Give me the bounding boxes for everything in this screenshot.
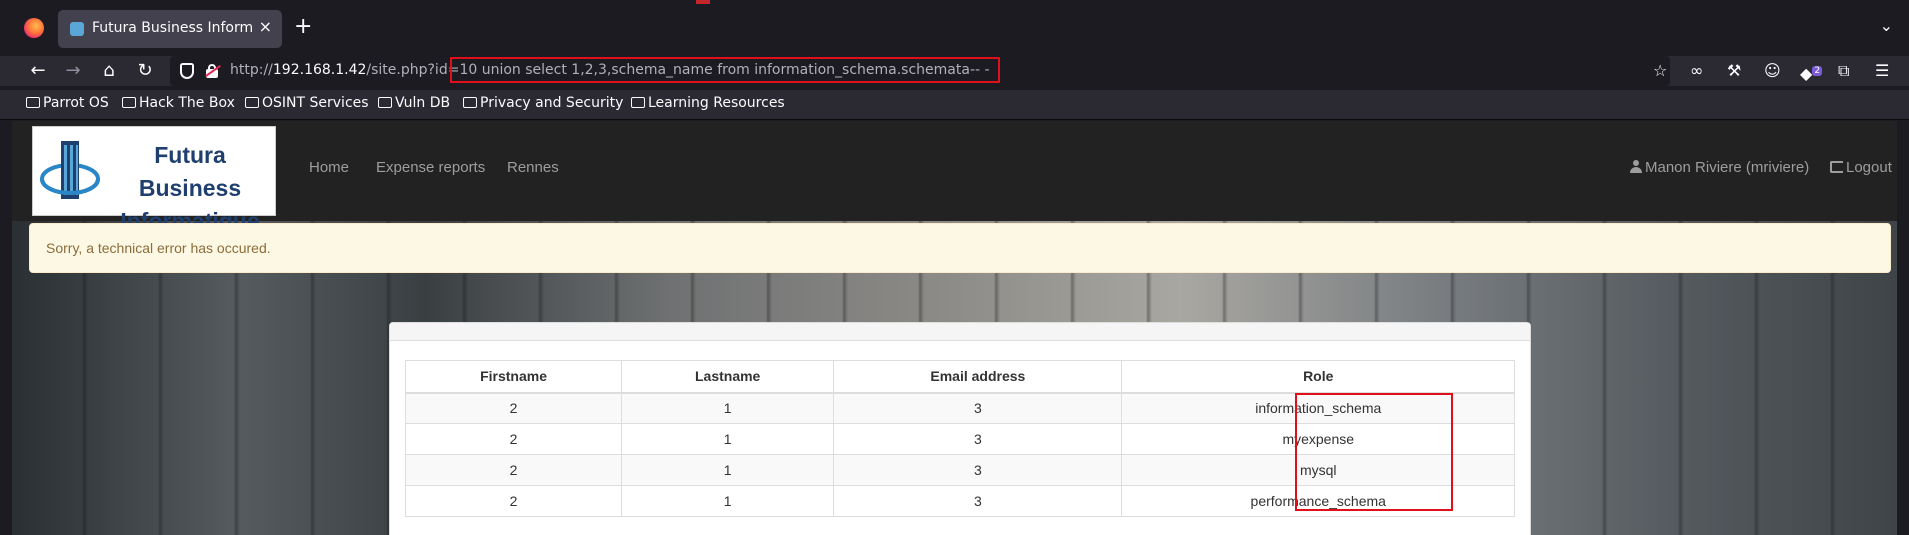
- column-header-lastname: Lastname: [621, 360, 835, 394]
- incognito-icon[interactable]: ∞: [1690, 60, 1703, 82]
- url-query-highlight-box: [450, 57, 1000, 83]
- extension-badge-icon[interactable]: ◆ 2: [1800, 60, 1823, 85]
- panel-heading: [390, 323, 1530, 341]
- table-header-row: Firstname Lastname Email address Role: [404, 360, 1515, 394]
- folder-icon: [463, 97, 477, 108]
- cell-firstname: 2: [404, 423, 623, 455]
- error-alert: Sorry, a technical error has occured.: [29, 223, 1891, 273]
- user-icon: [1630, 160, 1642, 173]
- site-logo[interactable]: Futura Business Informatique: [32, 126, 276, 234]
- extension-badge-count: 2: [1812, 66, 1823, 76]
- cell-email: 3: [833, 485, 1123, 517]
- column-header-role: Role: [1121, 360, 1515, 394]
- folder-icon: [122, 97, 136, 108]
- bookmarks-toolbar: Parrot OS Hack The Box OSINT Services Vu…: [0, 90, 1909, 120]
- forward-arrow-icon[interactable]: →: [61, 59, 85, 83]
- url-prefix: http://: [230, 62, 273, 78]
- cell-lastname: 1: [621, 485, 835, 517]
- bookmark-folder-hack-the-box[interactable]: Hack The Box: [122, 95, 235, 111]
- bookmark-label: OSINT Services: [262, 95, 369, 111]
- bookmark-star-icon[interactable]: ☆: [1653, 60, 1667, 82]
- nav-home[interactable]: Home: [309, 159, 349, 176]
- cell-firstname: 2: [404, 392, 623, 424]
- folder-icon: [26, 97, 40, 108]
- nav-rennes[interactable]: Rennes: [507, 159, 559, 176]
- column-header-email: Email address: [833, 360, 1123, 394]
- cell-lastname: 1: [621, 392, 835, 424]
- browser-tab[interactable]: Futura Business Informatique ×: [58, 10, 282, 48]
- url-bar[interactable]: http://192.168.1.42/site.php?id=10 union…: [170, 56, 1670, 86]
- cell-email: 3: [833, 423, 1123, 455]
- cell-email: 3: [833, 392, 1123, 424]
- cell-lastname: 1: [621, 423, 835, 455]
- logout-link[interactable]: Logout: [1830, 159, 1892, 176]
- column-header-firstname: Firstname: [404, 360, 623, 394]
- menu-icon[interactable]: ☰: [1875, 60, 1889, 82]
- new-tab-button[interactable]: +: [294, 14, 312, 40]
- bookmark-folder-vuln-db[interactable]: Vuln DB: [378, 95, 450, 111]
- url-host: 192.168.1.42: [272, 62, 367, 78]
- browser-titlebar: Futura Business Informatique × + ⌄: [0, 0, 1909, 56]
- tab-title: Futura Business Informatique: [92, 20, 252, 36]
- role-column-highlight-box: [1295, 393, 1453, 511]
- bookmark-label: Parrot OS: [43, 95, 109, 111]
- logout-label: Logout: [1846, 159, 1892, 176]
- extension-face-icon[interactable]: ☺: [1764, 60, 1781, 82]
- list-all-tabs-icon[interactable]: ⌄: [1880, 16, 1893, 35]
- bookmark-label: Privacy and Security: [480, 95, 624, 111]
- url-path: /site.php?id: [366, 62, 448, 78]
- logout-icon: [1830, 161, 1843, 173]
- site-navbar: Futura Business Informatique Home Expens…: [12, 121, 1897, 234]
- close-tab-icon[interactable]: ×: [259, 17, 272, 36]
- bookmark-label: Hack The Box: [139, 95, 235, 111]
- wrench-icon[interactable]: ⚒: [1727, 60, 1741, 82]
- cell-firstname: 2: [404, 485, 623, 517]
- tracking-protection-shield-icon[interactable]: [180, 63, 194, 79]
- bookmark-folder-learning-resources[interactable]: Learning Resources: [631, 95, 785, 111]
- reload-icon[interactable]: ↻: [133, 59, 157, 83]
- web-page: Futura Business Informatique Home Expens…: [12, 121, 1897, 535]
- cell-email: 3: [833, 454, 1123, 486]
- site-favicon-icon: [70, 22, 84, 36]
- home-icon[interactable]: ⌂: [97, 59, 121, 83]
- back-arrow-icon[interactable]: ←: [26, 59, 50, 83]
- bookmark-label: Learning Resources: [648, 95, 785, 111]
- browser-navbar: ← → ⌂ ↻ http://192.168.1.42/site.php?id=…: [0, 56, 1909, 86]
- user-name: Manon Riviere (mriviere): [1645, 159, 1810, 176]
- bookmark-folder-osint-services[interactable]: OSINT Services: [245, 95, 369, 111]
- cell-lastname: 1: [621, 454, 835, 486]
- bookmark-folder-privacy-and-security[interactable]: Privacy and Security: [463, 95, 623, 111]
- bookmark-label: Vuln DB: [395, 95, 451, 111]
- user-profile-link[interactable]: Manon Riviere (mriviere): [1630, 159, 1809, 176]
- folder-icon: [245, 97, 259, 108]
- insecure-lock-icon[interactable]: [205, 64, 221, 78]
- bookmark-folder-parrot-os[interactable]: Parrot OS: [26, 95, 109, 111]
- extensions-puzzle-icon[interactable]: ⧉: [1838, 60, 1849, 82]
- building-globe-icon: [40, 141, 100, 199]
- folder-icon: [631, 97, 645, 108]
- folder-icon: [378, 97, 392, 108]
- firefox-icon[interactable]: [24, 18, 44, 38]
- alert-message: Sorry, a technical error has occured.: [46, 240, 271, 256]
- cell-firstname: 2: [404, 454, 623, 486]
- logo-line-1: Futura Business: [138, 142, 242, 201]
- nav-expense-reports[interactable]: Expense reports: [376, 159, 485, 176]
- window-indicator: [696, 0, 710, 4]
